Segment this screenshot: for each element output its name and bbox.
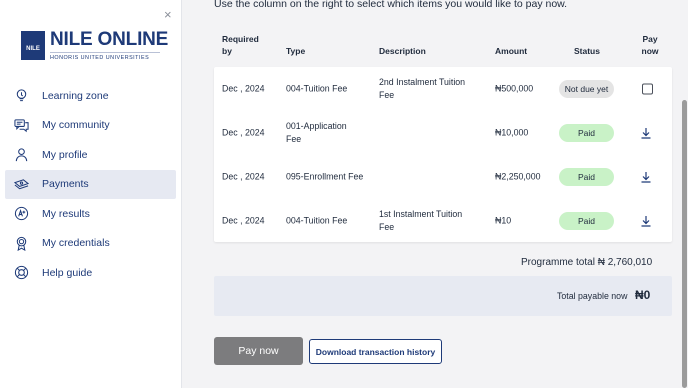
cell-amount: ₦10,000 xyxy=(495,127,529,138)
header-description: Description xyxy=(379,46,426,56)
sidebar-item-label: My results xyxy=(42,207,90,220)
cell-amount: ₦2,250,000 xyxy=(495,171,541,182)
sidebar-item-my-credentials[interactable]: My credentials xyxy=(5,229,176,259)
header-pay-now: Pay now xyxy=(641,34,659,56)
download-icon[interactable] xyxy=(640,215,652,227)
programme-total: Programme total ₦ 2,760,010 xyxy=(521,257,653,268)
total-payable-panel: Total payable now ₦0 xyxy=(214,276,672,316)
cell-amount: ₦10 xyxy=(495,215,512,226)
sidebar-item-my-profile[interactable]: My profile xyxy=(5,140,176,170)
status-badge: Not due yet xyxy=(559,80,614,98)
logo-shield-icon: NILE xyxy=(21,31,45,60)
header-required-by: Required by xyxy=(222,34,259,56)
sidebar: × NILE NILE ONLINE HONORIS UNITED UNIVER… xyxy=(0,0,182,388)
badge-icon xyxy=(16,236,27,251)
payments-table: Dec , 2024 004-Tuition Fee 2nd Instalmen… xyxy=(214,67,672,242)
sidebar-item-help-guide[interactable]: Help guide xyxy=(5,258,176,288)
lifebuoy-icon xyxy=(14,265,29,280)
money-icon xyxy=(14,178,29,189)
sidebar-nav: Learning zone My community My profile Pa… xyxy=(5,81,176,288)
header-status: Status xyxy=(574,46,600,56)
status-badge: Paid xyxy=(559,212,614,230)
status-badge: Paid xyxy=(559,168,614,186)
logo-divider xyxy=(50,52,160,53)
cell-amount: ₦500,000 xyxy=(495,83,534,94)
download-icon[interactable] xyxy=(640,171,652,183)
table-row: Dec , 2024 095-Enrollment Fee ₦2,250,000… xyxy=(214,155,672,199)
cell-required-by: Dec , 2024 xyxy=(222,171,265,182)
sidebar-item-learning-zone[interactable]: Learning zone xyxy=(5,81,176,111)
pay-now-button[interactable]: Pay now xyxy=(214,337,303,365)
table-row: Dec , 2024 004-Tuition Fee 2nd Instalmen… xyxy=(214,67,672,111)
nile-online-logo[interactable]: NILE NILE ONLINE HONORIS UNITED UNIVERSI… xyxy=(21,29,168,65)
header-amount: Amount xyxy=(495,46,528,56)
cell-description: 1st Instalment Tuition Fee xyxy=(379,209,463,232)
header-type: Type xyxy=(286,46,306,56)
lightbulb-icon xyxy=(16,89,27,102)
close-icon[interactable]: × xyxy=(164,8,172,21)
scrollbar-thumb[interactable] xyxy=(682,100,687,388)
cell-type: 095-Enrollment Fee xyxy=(286,171,364,182)
sidebar-item-label: Help guide xyxy=(42,266,93,279)
sidebar-item-label: My credentials xyxy=(42,237,110,250)
table-row: Dec , 2024 001-Application Fee ₦10,000 P… xyxy=(214,111,672,155)
cell-required-by: Dec , 2024 xyxy=(222,83,265,94)
sidebar-item-label: My profile xyxy=(42,148,88,161)
grade-icon xyxy=(14,206,29,221)
logo-subtitle: HONORIS UNITED UNIVERSITIES xyxy=(50,55,150,61)
person-icon xyxy=(15,148,28,162)
cell-type: 004-Tuition Fee xyxy=(286,83,348,94)
sidebar-item-payments[interactable]: Payments xyxy=(5,169,176,199)
sidebar-item-label: My community xyxy=(42,119,110,132)
download-icon[interactable] xyxy=(640,127,652,139)
sidebar-item-my-community[interactable]: My community xyxy=(5,111,176,141)
logo-title: NILE ONLINE xyxy=(50,29,169,50)
payments-main: Use the column on the right to select wh… xyxy=(182,0,688,388)
cell-type: 001-Application Fee xyxy=(286,121,347,144)
sidebar-item-label: Payments xyxy=(42,178,89,191)
pay-now-checkbox[interactable] xyxy=(642,83,653,95)
cell-required-by: Dec , 2024 xyxy=(222,127,265,138)
sidebar-item-my-results[interactable]: My results xyxy=(5,199,176,229)
download-transaction-history-button[interactable]: Download transaction history xyxy=(309,339,442,364)
cell-description: 2nd Instalment Tuition Fee xyxy=(379,77,466,100)
table-header: Required by Type Description Amount Stat… xyxy=(214,30,672,64)
table-row: Dec , 2024 004-Tuition Fee 1st Instalmen… xyxy=(214,199,672,243)
payments-instructions: Use the column on the right to select wh… xyxy=(214,0,568,10)
cell-required-by: Dec , 2024 xyxy=(222,215,265,226)
total-payable-value: ₦0 xyxy=(635,288,651,302)
total-payable-label: Total payable now xyxy=(557,291,628,301)
chat-bubbles-icon xyxy=(14,118,29,132)
status-badge: Paid xyxy=(559,124,614,142)
sidebar-item-label: Learning zone xyxy=(42,89,109,102)
cell-type: 004-Tuition Fee xyxy=(286,215,348,226)
